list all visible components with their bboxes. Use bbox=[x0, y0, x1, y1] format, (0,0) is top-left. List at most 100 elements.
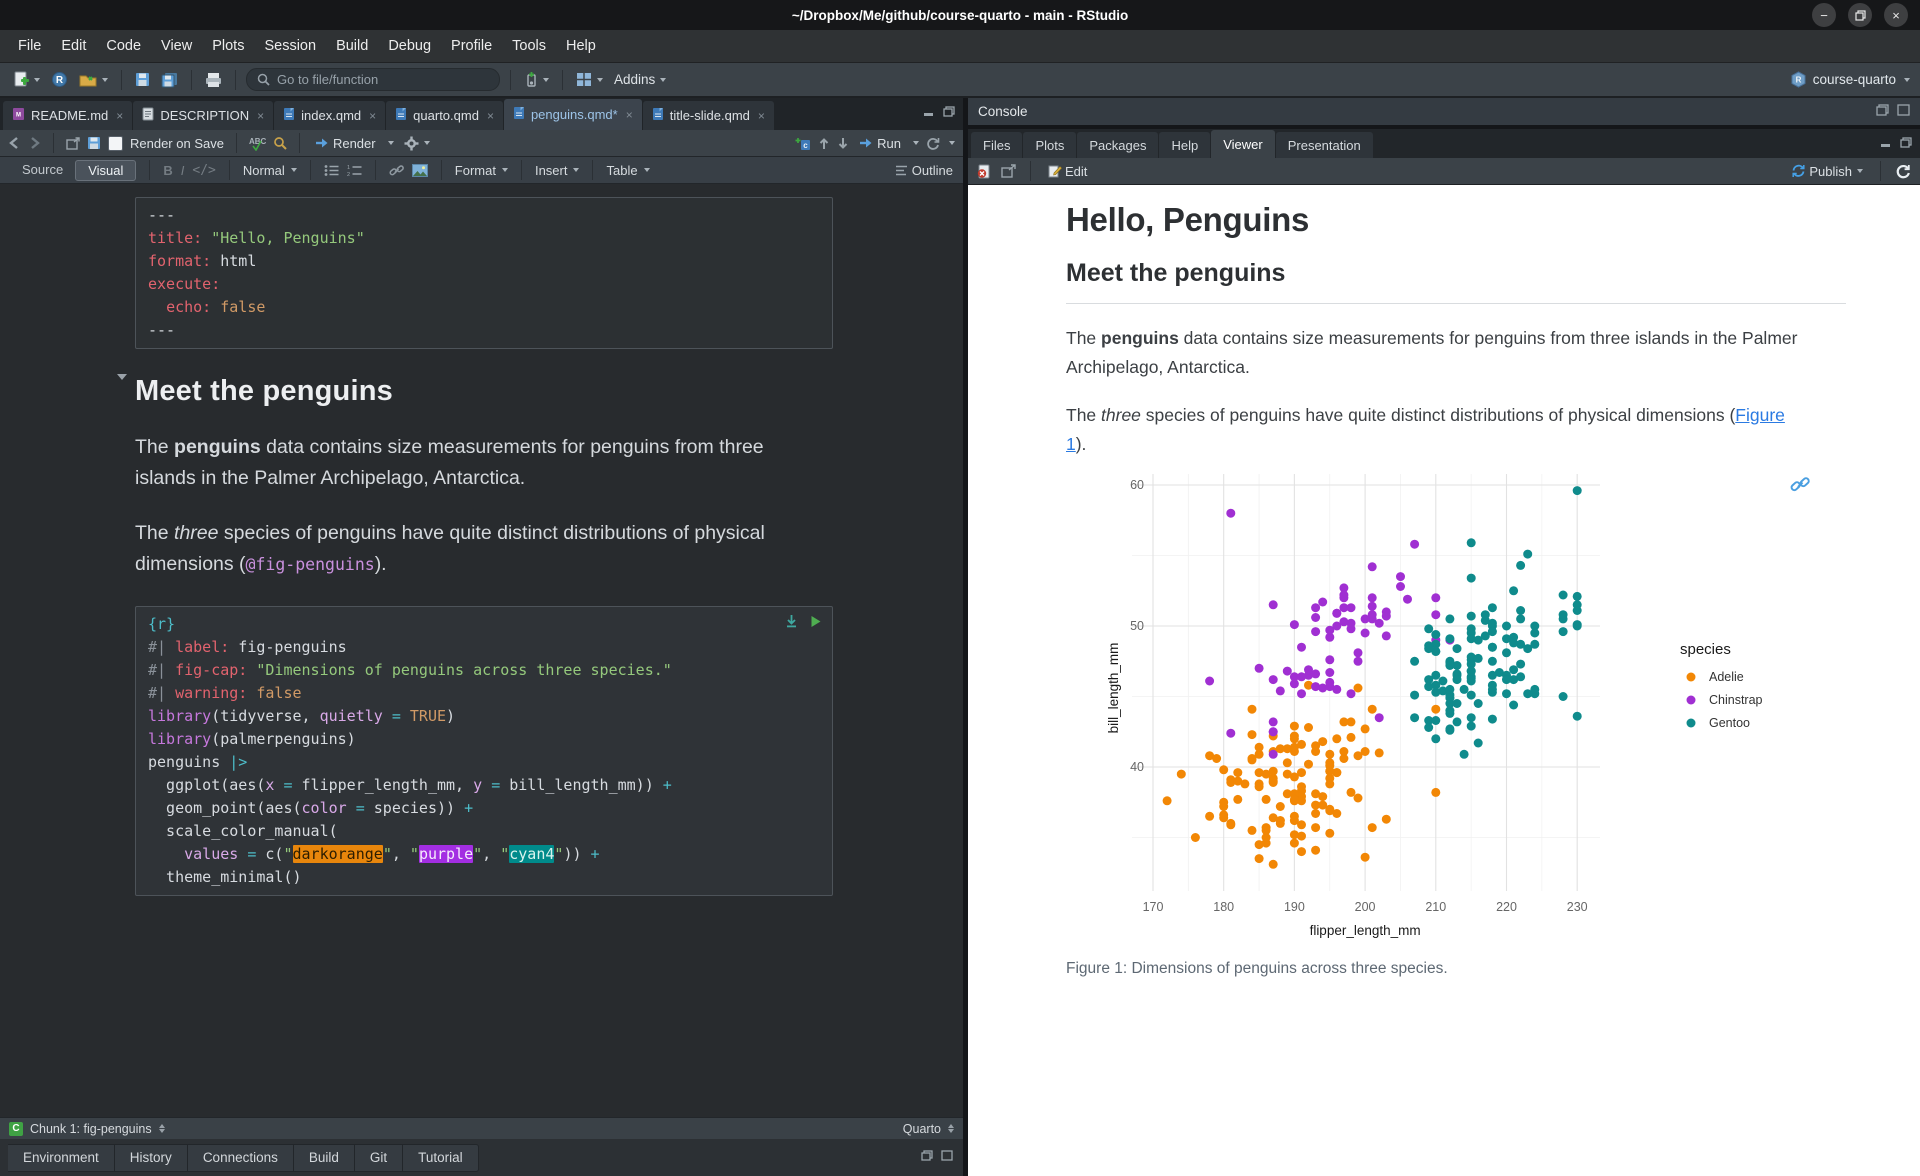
paragraph-style-dropdown[interactable]: Normal bbox=[243, 163, 297, 178]
menu-session[interactable]: Session bbox=[254, 33, 326, 59]
console-header[interactable]: Console bbox=[968, 98, 1920, 129]
save-icon[interactable] bbox=[87, 136, 101, 150]
new-file-button[interactable] bbox=[10, 69, 43, 90]
save-button[interactable] bbox=[132, 70, 153, 89]
editor-paragraph-2[interactable]: The three species of penguins have quite… bbox=[135, 518, 823, 580]
editor-tab-description[interactable]: DESCRIPTION× bbox=[133, 101, 273, 130]
maximize-pane-icon[interactable] bbox=[1900, 137, 1912, 148]
menu-debug[interactable]: Debug bbox=[378, 33, 441, 59]
editor-paragraph-1[interactable]: The penguins data contains size measurem… bbox=[135, 432, 823, 494]
project-menu-button[interactable]: R course-quarto bbox=[1790, 71, 1910, 88]
minimize-pane-icon[interactable] bbox=[1876, 104, 1889, 116]
new-project-button[interactable]: R bbox=[48, 69, 71, 90]
editor-tab-penguins-qmd-[interactable]: penguins.qmd*× bbox=[504, 99, 642, 130]
menu-profile[interactable]: Profile bbox=[441, 33, 502, 59]
pane-tab-packages[interactable]: Packages bbox=[1077, 132, 1158, 158]
chunk-status-label[interactable]: Chunk 1: fig-penguins bbox=[30, 1122, 152, 1136]
editor-tab-index-qmd[interactable]: index.qmd× bbox=[274, 101, 385, 130]
close-icon[interactable]: × bbox=[116, 109, 123, 123]
menu-edit[interactable]: Edit bbox=[51, 33, 96, 59]
chevron-down-icon[interactable] bbox=[117, 374, 127, 380]
menu-code[interactable]: Code bbox=[96, 33, 151, 59]
source-mode-button[interactable]: Source bbox=[10, 160, 75, 181]
menu-tools[interactable]: Tools bbox=[502, 33, 556, 59]
code-chunk[interactable]: {r}#| label: fig-penguins#| fig-cap: "Di… bbox=[135, 606, 833, 896]
spellcheck-icon[interactable]: ABC bbox=[249, 136, 266, 151]
minimize-window-button[interactable]: − bbox=[1812, 3, 1836, 27]
render-button[interactable]: Render bbox=[312, 134, 379, 153]
table-menu[interactable]: Table bbox=[606, 163, 649, 178]
hyperlink-icon[interactable] bbox=[389, 164, 404, 177]
close-window-button[interactable]: × bbox=[1884, 3, 1908, 27]
minimize-pane-icon[interactable] bbox=[1880, 137, 1892, 148]
pane-tab-presentation[interactable]: Presentation bbox=[1276, 132, 1373, 158]
document-mode-label[interactable]: Quarto bbox=[903, 1122, 941, 1136]
restore-window-button[interactable] bbox=[1848, 3, 1872, 27]
mode-select-icon[interactable] bbox=[948, 1124, 954, 1133]
chunk-nav-icon[interactable] bbox=[159, 1124, 165, 1133]
viewer-document[interactable]: Hello, Penguins Meet the penguins The pe… bbox=[968, 185, 1920, 1176]
run-caret[interactable] bbox=[913, 141, 919, 145]
outline-toggle[interactable]: Outline bbox=[895, 163, 953, 178]
forward-icon[interactable] bbox=[28, 137, 41, 149]
render-on-save-checkbox[interactable] bbox=[108, 136, 123, 151]
insert-menu[interactable]: Insert bbox=[535, 163, 580, 178]
pane-tab-help[interactable]: Help bbox=[1159, 132, 1210, 158]
print-button[interactable] bbox=[202, 70, 225, 90]
maximize-pane-icon[interactable] bbox=[1897, 104, 1910, 116]
render-caret[interactable] bbox=[388, 141, 394, 145]
visual-editor-canvas[interactable]: ---title: "Hello, Penguins"format: htmle… bbox=[0, 184, 963, 1117]
format-menu[interactable]: Format bbox=[455, 163, 508, 178]
visual-mode-button[interactable]: Visual bbox=[75, 160, 136, 181]
run-all-above-icon[interactable] bbox=[785, 614, 798, 628]
edit-button[interactable]: Edit bbox=[1045, 162, 1090, 181]
back-icon[interactable] bbox=[8, 137, 21, 149]
refresh-icon[interactable] bbox=[1895, 164, 1911, 179]
yaml-block[interactable]: ---title: "Hello, Penguins"format: htmle… bbox=[135, 197, 833, 349]
italic-icon[interactable]: I bbox=[181, 163, 185, 178]
bullet-list-icon[interactable] bbox=[324, 164, 339, 176]
close-icon[interactable]: × bbox=[487, 109, 494, 123]
bottom-tab-build[interactable]: Build bbox=[294, 1144, 355, 1172]
save-all-button[interactable] bbox=[158, 70, 181, 90]
addins-button[interactable]: Addins bbox=[611, 70, 669, 89]
pane-tab-viewer[interactable]: Viewer bbox=[1211, 130, 1275, 158]
goto-file-search[interactable]: Go to file/function bbox=[246, 68, 500, 91]
menu-build[interactable]: Build bbox=[326, 33, 378, 59]
render-settings-button[interactable] bbox=[401, 134, 433, 153]
editor-tab-quarto-qmd[interactable]: quarto.qmd× bbox=[386, 101, 503, 130]
popout-icon[interactable] bbox=[66, 137, 80, 150]
menu-plots[interactable]: Plots bbox=[202, 33, 254, 59]
run-below-icon[interactable] bbox=[837, 137, 849, 150]
menu-file[interactable]: File bbox=[8, 33, 51, 59]
bottom-tab-git[interactable]: Git bbox=[355, 1144, 403, 1172]
editor-tab-title-slide-qmd[interactable]: title-slide.qmd× bbox=[643, 101, 774, 130]
open-file-button[interactable] bbox=[76, 70, 111, 90]
workspace-panes-button[interactable] bbox=[573, 70, 606, 89]
publish-button[interactable]: Publish bbox=[1788, 162, 1866, 181]
run-above-icon[interactable] bbox=[818, 137, 830, 150]
bottom-tab-tutorial[interactable]: Tutorial bbox=[403, 1144, 479, 1172]
bold-icon[interactable]: B bbox=[163, 163, 172, 178]
close-icon[interactable]: × bbox=[369, 109, 376, 123]
insert-chunk-icon[interactable]: c bbox=[794, 136, 811, 151]
clear-viewer-icon[interactable] bbox=[977, 164, 992, 179]
close-icon[interactable]: × bbox=[758, 109, 765, 123]
viewer-popout-icon[interactable] bbox=[1001, 164, 1016, 178]
find-icon[interactable] bbox=[273, 136, 287, 150]
run-button[interactable]: Run bbox=[856, 134, 904, 153]
run-chunk-icon[interactable] bbox=[810, 615, 822, 628]
rerun-icon[interactable] bbox=[926, 137, 940, 150]
maximize-pane-icon[interactable] bbox=[943, 106, 955, 117]
menu-help[interactable]: Help bbox=[556, 33, 606, 59]
numbered-list-icon[interactable]: 12 bbox=[347, 164, 362, 176]
editor-tab-readme-md[interactable]: MREADME.md× bbox=[3, 101, 132, 130]
new-script-button[interactable] bbox=[521, 69, 552, 90]
image-icon[interactable] bbox=[412, 164, 428, 177]
close-icon[interactable]: × bbox=[626, 108, 633, 122]
code-icon[interactable]: </> bbox=[192, 163, 215, 178]
pane-tab-files[interactable]: Files bbox=[971, 132, 1022, 158]
bottom-tab-environment[interactable]: Environment bbox=[8, 1144, 115, 1172]
bottom-tab-history[interactable]: History bbox=[115, 1144, 188, 1172]
minimize-pane-icon[interactable] bbox=[921, 1150, 933, 1161]
